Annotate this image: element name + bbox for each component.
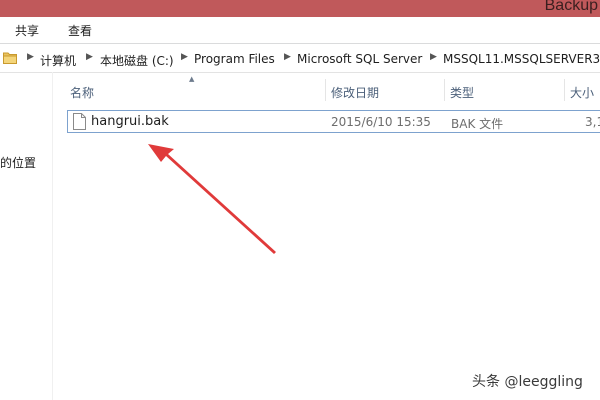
column-header-type[interactable]: 类型 bbox=[450, 84, 474, 101]
chevron-right-icon[interactable]: ▶ bbox=[180, 52, 189, 62]
folder-icon bbox=[3, 52, 17, 64]
file-name: hangrui.bak bbox=[91, 114, 169, 129]
column-header-size[interactable]: 大小 bbox=[570, 84, 594, 101]
column-header-name[interactable]: 名称 bbox=[70, 84, 94, 101]
file-type: BAK 文件 bbox=[451, 117, 504, 131]
breadcrumb-microsoft-sql-server[interactable]: Microsoft SQL Server bbox=[297, 52, 422, 66]
column-divider[interactable] bbox=[325, 79, 326, 101]
chevron-right-icon[interactable]: ▶ bbox=[26, 52, 35, 62]
sort-ascending-icon: ▲ bbox=[189, 75, 195, 83]
tab-share[interactable]: 共享 bbox=[15, 22, 39, 39]
window-title: Backup bbox=[544, 0, 598, 14]
breadcrumb-computer[interactable]: 计算机 bbox=[40, 52, 76, 69]
chevron-right-icon[interactable]: ▶ bbox=[429, 52, 438, 62]
nav-pane-item-locations[interactable]: 的位置 bbox=[0, 154, 36, 171]
breadcrumb-mssql11[interactable]: MSSQL11.MSSQLSERVER3 bbox=[443, 52, 600, 66]
watermark: 头条 @leeggling bbox=[472, 374, 583, 390]
title-bar: Backup bbox=[0, 0, 600, 17]
address-bar[interactable]: ▶ 计算机 ▶ 本地磁盘 (C:) ▶ Program Files ▶ Micr… bbox=[0, 45, 600, 73]
file-row[interactable]: hangrui.bak 2015/6/10 15:35 BAK 文件 3,1 bbox=[67, 110, 600, 133]
file-icon bbox=[73, 113, 86, 130]
column-header-modified[interactable]: 修改日期 bbox=[331, 84, 379, 101]
file-modified: 2015/6/10 15:35 bbox=[331, 115, 431, 129]
column-divider[interactable] bbox=[564, 79, 565, 101]
tab-view[interactable]: 查看 bbox=[68, 22, 92, 39]
ribbon-tabs: 共享 查看 bbox=[0, 17, 600, 44]
breadcrumb-program-files[interactable]: Program Files bbox=[194, 52, 275, 66]
pane-divider[interactable] bbox=[52, 72, 53, 400]
chevron-right-icon[interactable]: ▶ bbox=[85, 52, 94, 62]
file-size: 3,1 bbox=[585, 115, 600, 129]
chevron-right-icon[interactable]: ▶ bbox=[283, 52, 292, 62]
column-divider[interactable] bbox=[444, 79, 445, 101]
breadcrumb-local-disk[interactable]: 本地磁盘 (C:) bbox=[100, 52, 174, 69]
